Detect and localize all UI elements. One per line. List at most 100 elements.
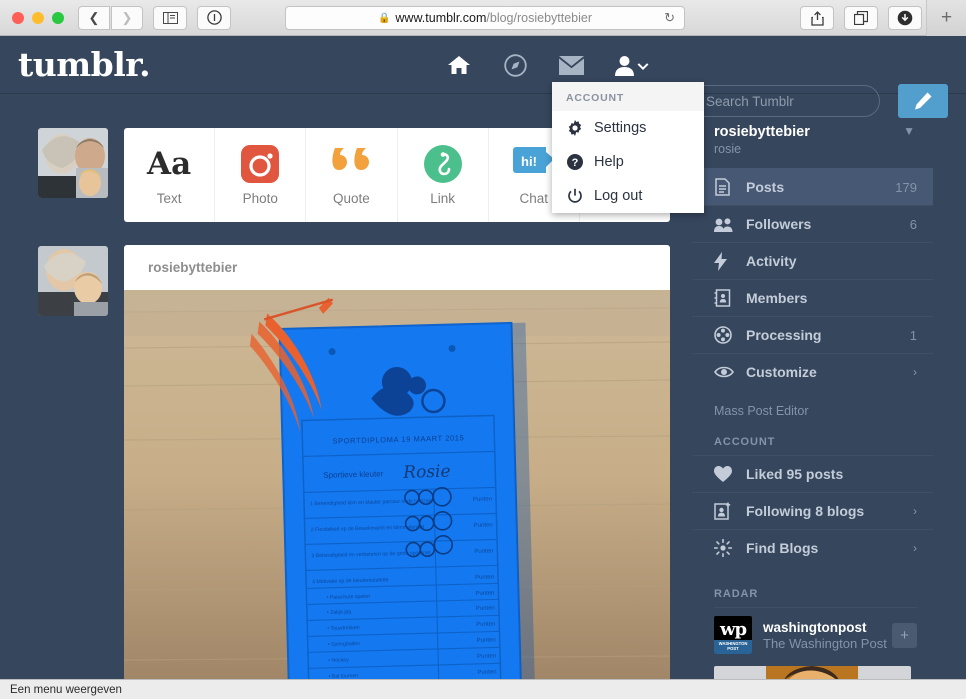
sidebar-item-customize[interactable]: Customize ›: [692, 353, 933, 390]
maximize-window-button[interactable]: [52, 11, 64, 24]
dropdown-heading: ACCOUNT: [552, 82, 704, 111]
account-section-heading: ACCOUNT: [714, 436, 776, 448]
radar-blog-text: washingtonpost The Washington Post: [763, 620, 887, 651]
svg-text:Punten: Punten: [473, 497, 492, 503]
post-username[interactable]: rosiebyttebier: [148, 260, 237, 275]
avatar-column: [38, 128, 108, 364]
sidebar-item-liked[interactable]: Liked 95 posts: [692, 455, 933, 492]
sidebar-item-activity[interactable]: Activity: [692, 242, 933, 279]
post-photo[interactable]: SPORTDIPLOMA 19 MAART 2015 Sportieve kle…: [124, 290, 670, 699]
tumblr-header: tumblr. Search Tumblr: [0, 36, 966, 118]
menu-item-label: Settings: [594, 120, 647, 136]
status-bar: Een menu weergeven: [0, 679, 966, 699]
main-content: Aa Text Photo Quote Link hi! Chat rosieb…: [0, 94, 966, 699]
svg-text:Punten: Punten: [475, 590, 494, 596]
svg-text:• Zakje.jpg: • Zakje.jpg: [327, 609, 352, 616]
sidebar-item-members[interactable]: Members: [692, 279, 933, 316]
close-window-button[interactable]: [12, 11, 24, 24]
chevron-right-icon: ›: [913, 365, 917, 379]
post-header: rosiebyttebier: [124, 245, 670, 290]
post-type-text[interactable]: Aa Text: [124, 128, 216, 222]
tab-overview-icon[interactable]: [844, 6, 878, 30]
account-dropdown-menu: ACCOUNT Settings ? Help Log out: [552, 82, 704, 213]
heart-icon: [714, 466, 736, 482]
status-text: Een menu weergeven: [10, 683, 122, 696]
svg-text:Punten: Punten: [477, 669, 496, 675]
sidebar-item-label: Activity: [746, 253, 797, 269]
messages-envelope-icon[interactable]: [558, 52, 584, 78]
menu-item-settings[interactable]: Settings: [552, 111, 704, 145]
radar-section-heading: RADAR: [714, 588, 759, 600]
post-type-label: Text: [156, 191, 182, 206]
sidebar-item-label: Following 8 blogs: [746, 503, 865, 519]
sidebar-item-count: 1: [909, 327, 917, 343]
reload-icon[interactable]: ↻: [664, 10, 675, 26]
new-tab-plus-icon[interactable]: +: [926, 0, 966, 36]
home-icon[interactable]: [446, 52, 472, 78]
svg-text:Punten: Punten: [475, 574, 494, 580]
lightning-bolt-icon: [714, 251, 736, 271]
explore-compass-icon[interactable]: [502, 52, 528, 78]
radiate-icon: [714, 539, 736, 557]
navigation-buttons: ❮ ❯: [78, 5, 143, 30]
sidebar-item-label: Followers: [746, 216, 812, 232]
menu-item-help[interactable]: ? Help: [552, 145, 704, 179]
contact-card-icon: [714, 289, 736, 307]
chevron-right-icon: ›: [913, 541, 917, 555]
text-aa-icon: Aa: [147, 146, 192, 182]
sidebar-item-label: Liked 95 posts: [746, 466, 844, 482]
menu-item-label: Help: [594, 154, 624, 170]
blog-name: rosiebyttebier: [714, 124, 810, 140]
address-bar[interactable]: 🔒 www.tumblr.com/blog/rosiebyttebier ↻: [285, 6, 685, 30]
sidebar-item-find-blogs[interactable]: Find Blogs ›: [692, 529, 933, 566]
sidebar-item-following[interactable]: Following 8 blogs ›: [692, 492, 933, 529]
sidebar-item-followers[interactable]: Followers 6: [692, 205, 933, 242]
post-type-link[interactable]: Link: [398, 128, 489, 222]
wp-monogram: wp: [719, 618, 747, 640]
sidebar-item-label: Posts: [746, 179, 785, 195]
menu-item-label: Log out: [594, 188, 643, 204]
post-column: Aa Text Photo Quote Link hi! Chat rosieb…: [124, 128, 670, 699]
back-chevron-icon[interactable]: ❮: [78, 5, 110, 30]
reader-view-icon[interactable]: [197, 5, 231, 30]
post-type-quote[interactable]: Quote: [306, 128, 398, 222]
plus-icon[interactable]: +: [892, 622, 917, 648]
url-path: /blog/rosiebyttebier: [486, 11, 593, 25]
svg-text:• Hockey: • Hockey: [328, 657, 349, 664]
svg-text:Punten: Punten: [474, 548, 493, 554]
blog-selector[interactable]: rosiebyttebier rosie ▼: [692, 94, 933, 168]
avatar[interactable]: [38, 128, 108, 198]
radar-blog-row[interactable]: wp WASHINGTON POST washingtonpost The Wa…: [692, 608, 933, 660]
svg-text:Punten: Punten: [477, 637, 496, 643]
right-sidebar: rosiebyttebier rosie ▼ Posts 179 Followe…: [692, 94, 933, 699]
mass-post-editor-link[interactable]: Mass Post Editor: [692, 390, 933, 430]
quote-marks-icon: [331, 144, 371, 184]
svg-text:Rosie: Rosie: [402, 462, 451, 483]
post-type-photo[interactable]: Photo: [215, 128, 307, 222]
forward-chevron-icon[interactable]: ❯: [111, 5, 143, 30]
svg-text:Sportieve kleuter: Sportieve kleuter: [323, 469, 384, 480]
downloads-icon[interactable]: [888, 6, 922, 30]
sidebar-item-count: 179: [895, 179, 917, 195]
sidebar-item-processing[interactable]: Processing 1: [692, 316, 933, 353]
url-host: www.tumblr.com: [395, 11, 487, 25]
chat-bubble-icon: hi!: [512, 144, 555, 184]
svg-text:?: ?: [571, 157, 578, 169]
share-icon[interactable]: [800, 6, 834, 30]
avatar[interactable]: [38, 246, 108, 316]
sidebar-toggle-icon[interactable]: [153, 5, 187, 30]
svg-text:• Touwtrekken: • Touwtrekken: [327, 625, 360, 632]
browser-window: ❮ ❯ 🔒 www.tumblr.com/blog/rosiebyttebier…: [0, 0, 966, 699]
menu-item-logout[interactable]: Log out: [552, 179, 704, 213]
svg-text:Punten: Punten: [474, 523, 493, 529]
account-person-icon[interactable]: [614, 55, 649, 76]
lock-icon: 🔒: [377, 12, 391, 24]
svg-text:Punten: Punten: [476, 621, 495, 627]
chevron-down-icon: ▼: [903, 124, 915, 138]
sidebar-item-posts[interactable]: Posts 179: [692, 168, 933, 205]
radar-blog-title: The Washington Post: [763, 635, 887, 651]
post-type-label: Link: [430, 191, 455, 206]
people-icon: [714, 217, 736, 232]
minimize-window-button[interactable]: [32, 11, 44, 24]
tumblr-logo[interactable]: tumblr.: [18, 45, 151, 84]
